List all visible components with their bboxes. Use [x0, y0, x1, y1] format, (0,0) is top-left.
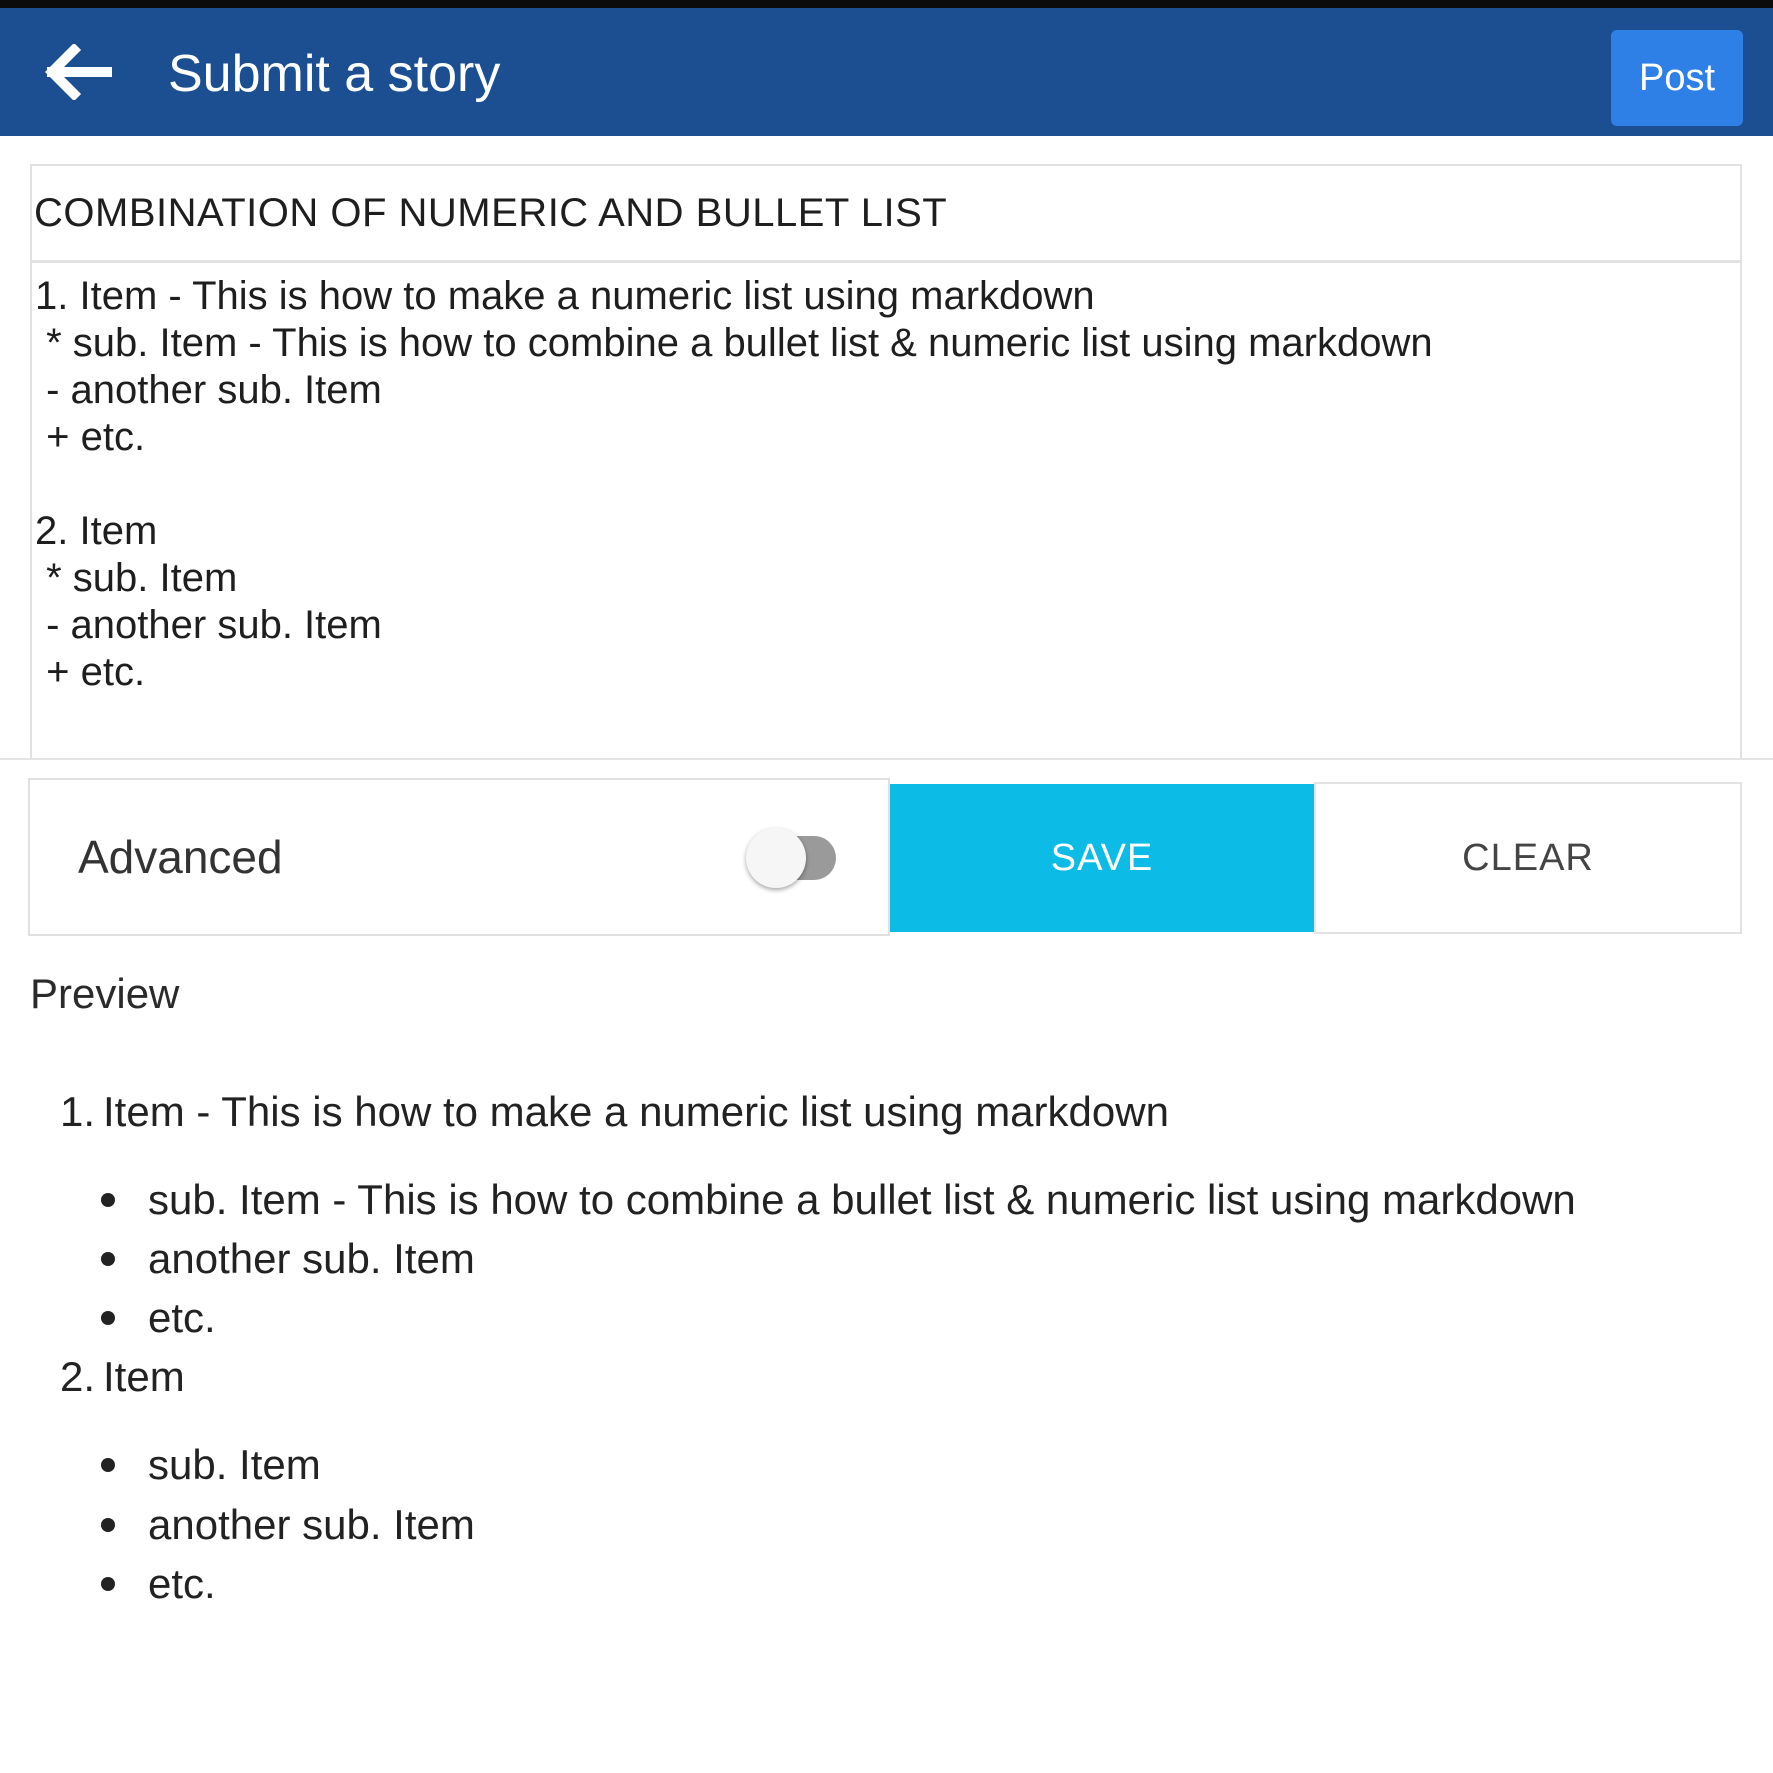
bullet-dot — [101, 1193, 115, 1207]
status-bar — [0, 0, 1773, 8]
advanced-toggle[interactable] — [734, 822, 874, 894]
bullet-dot — [101, 1458, 115, 1472]
story-title-input[interactable]: COMBINATION OF NUMERIC AND BULLET LIST — [30, 164, 1742, 262]
preview-subitem: sub. Item - This is how to combine a bul… — [148, 1176, 1576, 1223]
preview-item-number: 1. — [60, 1088, 96, 1135]
advanced-panel: Advanced — [28, 778, 890, 936]
bullet-dot — [101, 1577, 115, 1591]
toggle-knob — [746, 828, 806, 888]
post-button[interactable]: Post — [1611, 30, 1743, 126]
clear-button[interactable]: CLEAR — [1314, 782, 1742, 934]
story-body-textarea[interactable]: 1. Item - This is how to make a numeric … — [30, 262, 1742, 760]
preview-subitem: sub. Item — [148, 1441, 321, 1488]
arrow-left-icon — [44, 44, 112, 100]
preview-label: Preview — [30, 970, 180, 1017]
preview-subitem: another sub. Item — [148, 1235, 475, 1282]
advanced-label: Advanced — [78, 831, 283, 883]
bullet-dot — [101, 1252, 115, 1266]
preview-subitem: another sub. Item — [148, 1501, 475, 1548]
page-title: Submit a story — [168, 45, 501, 103]
back-button[interactable] — [36, 36, 116, 108]
preview-subitem: etc. — [148, 1560, 216, 1607]
save-button[interactable]: SAVE — [890, 784, 1314, 932]
app-bar: Submit a story Post — [0, 8, 1773, 136]
preview-item-text: Item — [103, 1353, 185, 1400]
preview-subitem: etc. — [148, 1294, 216, 1341]
bullet-dot — [101, 1311, 115, 1325]
divider — [0, 758, 1773, 760]
bullet-dot — [101, 1518, 115, 1532]
preview-item-text: Item - This is how to make a numeric lis… — [103, 1088, 1169, 1135]
preview-item-number: 2. — [60, 1353, 96, 1400]
